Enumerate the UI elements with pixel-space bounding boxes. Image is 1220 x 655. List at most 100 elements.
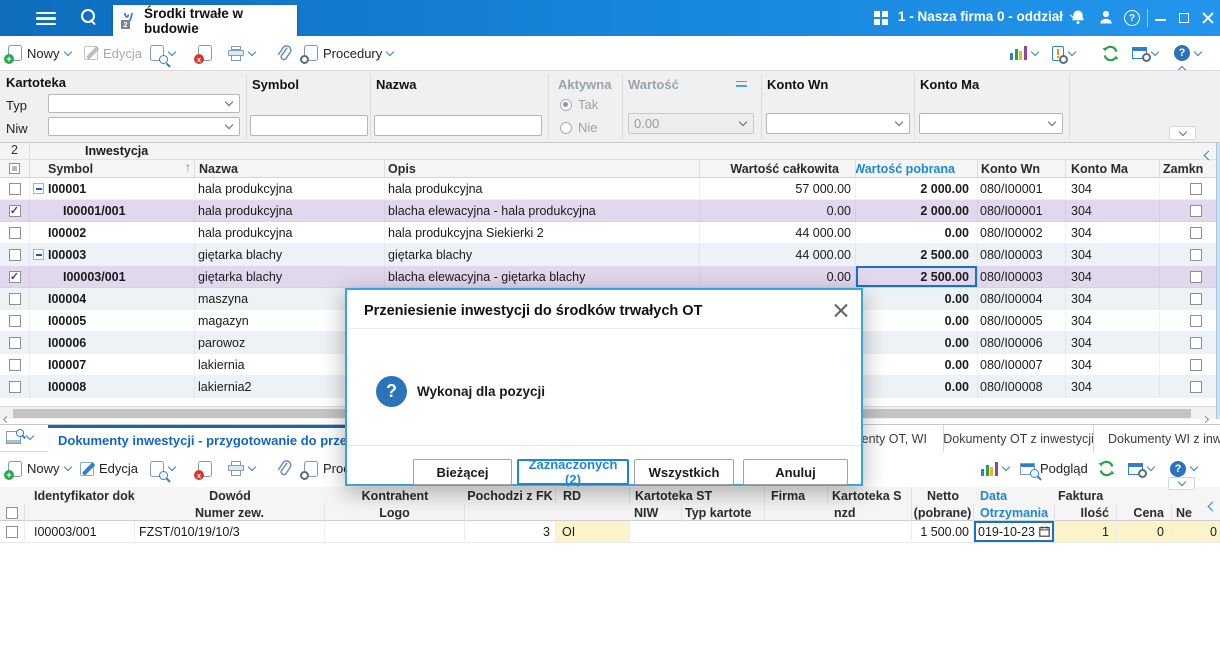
column-header-kartoteka-s[interactable]: Kartoteka S: [828, 487, 912, 504]
close-button[interactable]: [1202, 12, 1214, 24]
new-button[interactable]: Nowy: [4, 36, 72, 70]
table-row[interactable]: I00001 hala produkcyjna hala produkcyjna 57…: [0, 178, 1216, 200]
column-header-kartoteka-st[interactable]: Kartoteka ST: [630, 487, 765, 504]
cell-zamknieta[interactable]: [1160, 354, 1216, 375]
column-header-niw[interactable]: NIW: [630, 504, 682, 521]
column-header-symbol[interactable]: Symbol: [30, 160, 195, 177]
minimize-button[interactable]: [1155, 19, 1166, 22]
table-row[interactable]: I00003/001giętarka blachyblacha elewacyj…: [0, 266, 1216, 288]
preview-button[interactable]: Podgląd: [1020, 452, 1088, 485]
cell-zamknieta[interactable]: [1160, 266, 1216, 287]
all-button[interactable]: Wszystkich: [634, 459, 734, 485]
column-header-nzd[interactable]: nzd: [828, 504, 912, 521]
row-checkbox[interactable]: [0, 200, 30, 221]
collapse-side-panel-icon[interactable]: [1203, 147, 1214, 162]
select-all-checkbox[interactable]: [0, 160, 30, 177]
column-header-logo[interactable]: Logo: [325, 504, 465, 521]
nazwa-input[interactable]: [374, 115, 542, 136]
column-header-konto-wn[interactable]: Konto Wn: [978, 160, 1066, 177]
panel-view-selector[interactable]: [6, 429, 35, 444]
layout-settings-button[interactable]: [1128, 452, 1156, 485]
document-row[interactable]: I00003/001 FZST/010/19/10/3 3 OI 1 500.0…: [0, 521, 1220, 543]
aktywna-nie-radio[interactable]: Nie: [560, 120, 598, 135]
notifications-icon[interactable]: [1070, 9, 1086, 29]
column-header-ilosc[interactable]: Ilość: [1055, 504, 1117, 521]
column-header-otrzymania[interactable]: Otrzymania: [974, 504, 1055, 521]
cancel-button[interactable]: Anuluj: [743, 459, 848, 485]
collapse-row-icon[interactable]: [33, 183, 44, 194]
cell-data-otrzymania[interactable]: 019-10-23: [974, 521, 1055, 542]
column-header-opis[interactable]: Opis: [385, 160, 700, 177]
search-icon[interactable]: [81, 9, 99, 27]
cell-zamknieta[interactable]: [1160, 222, 1216, 243]
column-header-kontrahent[interactable]: Kontrahent: [325, 487, 465, 504]
collapse-bottom-toolbar-button[interactable]: [1168, 477, 1195, 490]
table-row[interactable]: I00001/001hala produkcyjnablacha elewacy…: [0, 200, 1216, 222]
scroll-left-icon[interactable]: [2, 410, 11, 425]
row-checkbox[interactable]: [0, 521, 25, 542]
row-checkbox[interactable]: [0, 288, 30, 309]
column-header-rd[interactable]: RD: [556, 487, 630, 504]
menu-icon[interactable]: [36, 9, 58, 28]
analysis-button[interactable]: [981, 452, 1010, 485]
company-selector[interactable]: 1 - Nasza firma 0 - oddział: [898, 9, 1079, 24]
edit-button[interactable]: Edycja: [84, 36, 142, 70]
cell-zamknieta[interactable]: [1160, 376, 1216, 397]
help-icon[interactable]: [1124, 10, 1140, 26]
cell-zamknieta[interactable]: [1160, 288, 1216, 309]
tab-dokumenty-ot-z-inwestycji[interactable]: Dokumenty OT z inwestycji: [943, 425, 1093, 452]
table-row[interactable]: I00002 hala produkcyjna hala produkcyjna S…: [0, 222, 1216, 244]
row-checkbox[interactable]: [0, 178, 30, 199]
tab-dokumenty-inwestycji[interactable]: Dokumenty inwestycji - przygotowanie do …: [48, 425, 360, 452]
print-button[interactable]: [228, 36, 257, 70]
column-header-cena[interactable]: Cena: [1117, 504, 1172, 521]
table-row[interactable]: I00003 giętarka blachy giętarka blachy 44 0…: [0, 244, 1216, 266]
delete-button[interactable]: [194, 36, 212, 70]
cell-zamknieta[interactable]: [1160, 200, 1216, 221]
collapse-row-icon[interactable]: [33, 249, 44, 260]
app-tab[interactable]: 2 Środki trwałe w budowie: [113, 5, 297, 36]
column-header-wartosc-calkowita[interactable]: Wartość całkowita: [700, 160, 856, 177]
refresh-button[interactable]: [1098, 452, 1115, 485]
procedures-button[interactable]: Procedury: [300, 36, 395, 70]
aktywna-tak-radio[interactable]: Tak: [560, 97, 598, 112]
cell-zamknieta[interactable]: [1160, 178, 1216, 199]
edit-button[interactable]: Edycja: [80, 452, 138, 485]
search-documents-button[interactable]: [150, 452, 177, 485]
column-header-netto[interactable]: Netto: [912, 487, 974, 504]
wartosc-select[interactable]: 0.00: [628, 113, 754, 134]
delete-button[interactable]: [194, 452, 212, 485]
row-checkbox[interactable]: [0, 376, 30, 397]
search-documents-button[interactable]: [150, 36, 177, 70]
row-checkbox[interactable]: [0, 310, 30, 331]
niw-select[interactable]: [48, 117, 240, 136]
close-icon[interactable]: [834, 303, 848, 317]
column-header-dowod[interactable]: Dowód: [135, 487, 325, 504]
konto-ma-select[interactable]: [919, 113, 1063, 134]
row-checkbox[interactable]: [0, 222, 30, 243]
apps-grid-icon[interactable]: [874, 11, 888, 25]
column-header-firma[interactable]: Firma: [765, 487, 828, 504]
konto-wn-select[interactable]: [766, 113, 910, 134]
cell-zamknieta[interactable]: [1160, 310, 1216, 331]
symbol-input[interactable]: [250, 115, 368, 136]
cell-zamknieta[interactable]: [1160, 332, 1216, 353]
row-checkbox[interactable]: [0, 244, 30, 265]
column-header-data[interactable]: Data: [974, 487, 1055, 504]
row-checkbox[interactable]: [0, 266, 30, 287]
refresh-button[interactable]: [1102, 36, 1119, 70]
column-header-pochodzi-z-fk[interactable]: Pochodzi z FK: [465, 487, 556, 504]
row-checkbox[interactable]: [0, 332, 30, 353]
column-header-numer-zew[interactable]: Numer zew.: [135, 504, 325, 521]
new-button[interactable]: Nowy: [4, 452, 72, 485]
collapsed-right-panel[interactable]: [1216, 143, 1220, 419]
analysis-button[interactable]: [1010, 36, 1039, 70]
collapse-side-panel-icon[interactable]: [1207, 498, 1218, 513]
column-header-pobrane[interactable]: (pobrane): [912, 504, 974, 521]
cell-wartosc-pobrana[interactable]: 2 500.00: [856, 266, 978, 287]
user-icon[interactable]: [1098, 9, 1114, 29]
layout-settings-button[interactable]: [1132, 36, 1160, 70]
calendar-icon[interactable]: [1039, 526, 1050, 537]
maximize-button[interactable]: [1179, 13, 1189, 23]
column-header-identyfikator[interactable]: Identyfikator dokument: [25, 487, 135, 504]
